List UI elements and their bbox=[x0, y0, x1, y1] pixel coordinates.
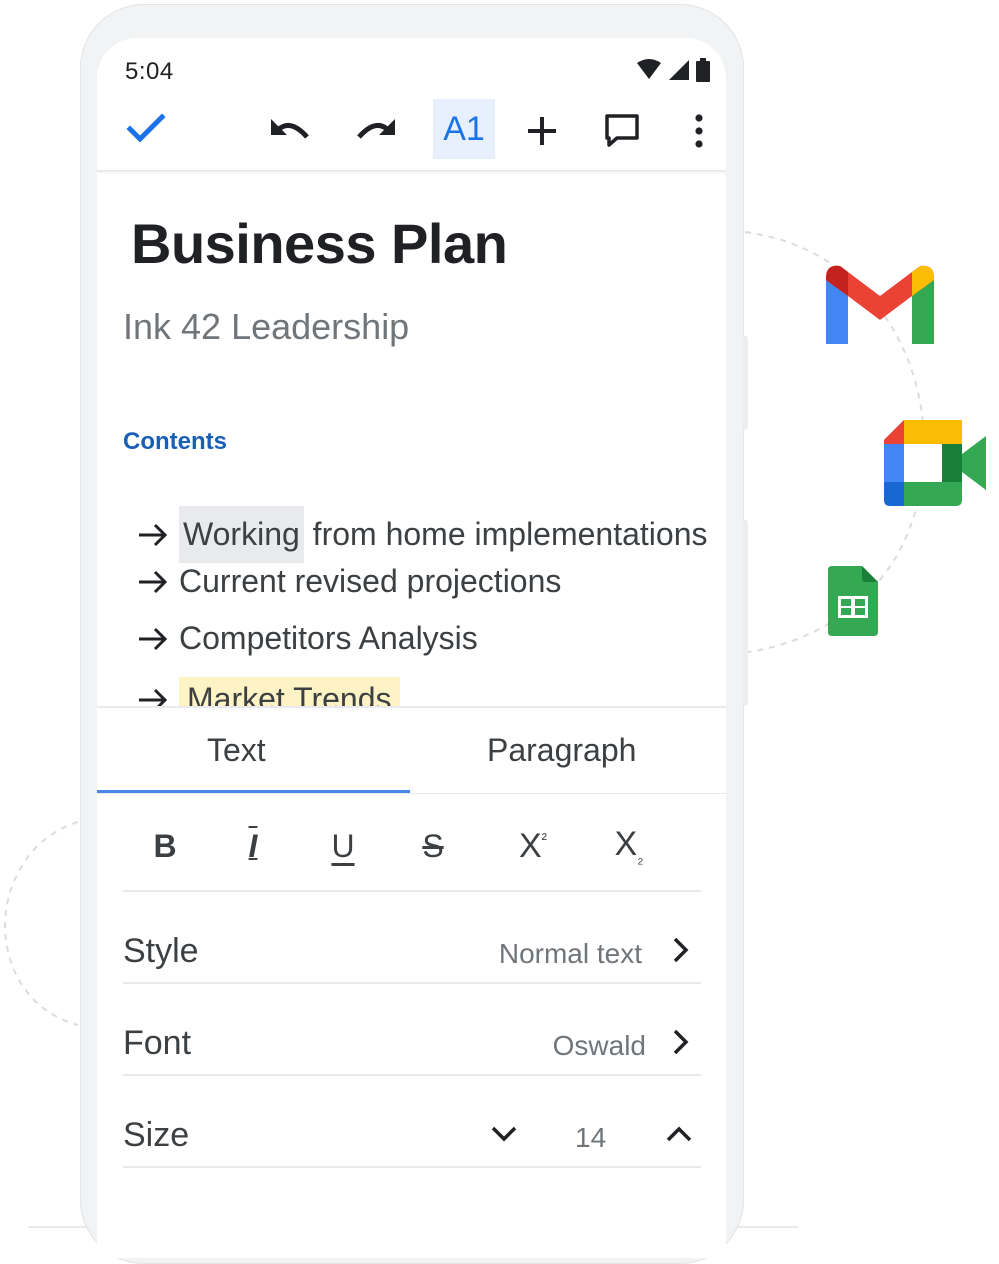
chevron-down-icon[interactable] bbox=[490, 1124, 518, 1144]
status-icons bbox=[636, 58, 710, 82]
separator bbox=[123, 1074, 701, 1076]
underline-icon: U bbox=[331, 827, 355, 864]
status-time: 5:04 bbox=[125, 58, 174, 85]
check-icon bbox=[126, 113, 166, 143]
undo-icon bbox=[271, 119, 309, 139]
more-vert-icon bbox=[695, 114, 703, 148]
google-meet-icon bbox=[884, 420, 986, 506]
toc-item-text: from home implementations bbox=[303, 516, 708, 552]
arrow-right-icon bbox=[139, 627, 168, 650]
strikethrough-button[interactable]: S bbox=[403, 816, 463, 876]
separator bbox=[123, 1166, 701, 1168]
toc-item[interactable]: Competitors Analysis bbox=[137, 620, 478, 657]
plus-icon bbox=[528, 117, 556, 145]
text-format-button[interactable]: A1 bbox=[433, 99, 495, 159]
wifi-icon bbox=[637, 59, 661, 79]
document-subtitle[interactable]: Ink 42 Leadership bbox=[123, 306, 409, 348]
bold-icon: B bbox=[153, 827, 177, 864]
redo-icon bbox=[357, 119, 395, 139]
toc-item[interactable]: Working from home implementations bbox=[137, 506, 708, 563]
size-value[interactable]: 14 bbox=[575, 1122, 606, 1154]
italic-icon: I bbox=[248, 827, 258, 864]
separator bbox=[123, 982, 701, 984]
done-check-button[interactable] bbox=[121, 104, 171, 154]
comment-button[interactable] bbox=[597, 106, 647, 156]
undo-button[interactable] bbox=[265, 106, 317, 154]
editor-toolbar: A1 bbox=[97, 98, 726, 172]
style-label: Style bbox=[123, 932, 199, 970]
superscript-icon: X² bbox=[518, 826, 547, 865]
panel-divider bbox=[97, 706, 726, 708]
separator bbox=[123, 890, 701, 892]
tab-underline bbox=[97, 793, 726, 794]
insert-button[interactable] bbox=[517, 106, 567, 156]
superscript-button[interactable]: X² bbox=[503, 816, 563, 876]
toolbar-divider bbox=[97, 170, 726, 174]
gmail-icon bbox=[826, 265, 934, 344]
battery-icon bbox=[696, 58, 710, 82]
signal-icon bbox=[669, 60, 689, 80]
chevron-up-icon[interactable] bbox=[665, 1124, 693, 1144]
phone-screen: 5:04 A1 Business Plan Ink 42 Leadership … bbox=[97, 38, 726, 1258]
google-sheets-icon bbox=[828, 566, 878, 636]
toc-item-highlighted-text: Working bbox=[179, 506, 304, 563]
toc-item[interactable]: Current revised projections bbox=[137, 563, 561, 600]
document-title[interactable]: Business Plan bbox=[131, 211, 508, 276]
style-value[interactable]: Normal text bbox=[499, 938, 642, 970]
more-options-button[interactable] bbox=[679, 106, 719, 156]
format-panel: Text Paragraph B I U S X² X₂ Style Norma… bbox=[97, 706, 726, 1258]
arrow-right-icon bbox=[139, 570, 168, 593]
contents-heading[interactable]: Contents bbox=[123, 428, 227, 456]
font-label: Font bbox=[123, 1024, 192, 1062]
strikethrough-icon: S bbox=[422, 827, 444, 864]
toc-item-text: Current revised projections bbox=[179, 563, 562, 599]
redo-button[interactable] bbox=[349, 106, 401, 154]
chevron-right-icon[interactable] bbox=[671, 1028, 691, 1056]
toc-item-text: Competitors Analysis bbox=[179, 620, 478, 656]
italic-button[interactable]: I bbox=[223, 816, 283, 876]
tab-text[interactable]: Text bbox=[207, 732, 266, 769]
phone-side-button bbox=[742, 336, 748, 430]
font-value[interactable]: Oswald bbox=[553, 1030, 646, 1062]
underline-button[interactable]: U bbox=[313, 816, 373, 876]
bold-button[interactable]: B bbox=[135, 816, 195, 876]
arrow-right-icon bbox=[139, 523, 168, 546]
size-label: Size bbox=[123, 1116, 190, 1154]
comment-icon bbox=[605, 114, 639, 147]
tab-paragraph[interactable]: Paragraph bbox=[487, 732, 636, 769]
subscript-button[interactable]: X₂ bbox=[599, 816, 659, 876]
phone-side-button bbox=[742, 520, 748, 706]
chevron-right-icon[interactable] bbox=[671, 936, 691, 964]
subscript-icon: X₂ bbox=[614, 824, 644, 867]
